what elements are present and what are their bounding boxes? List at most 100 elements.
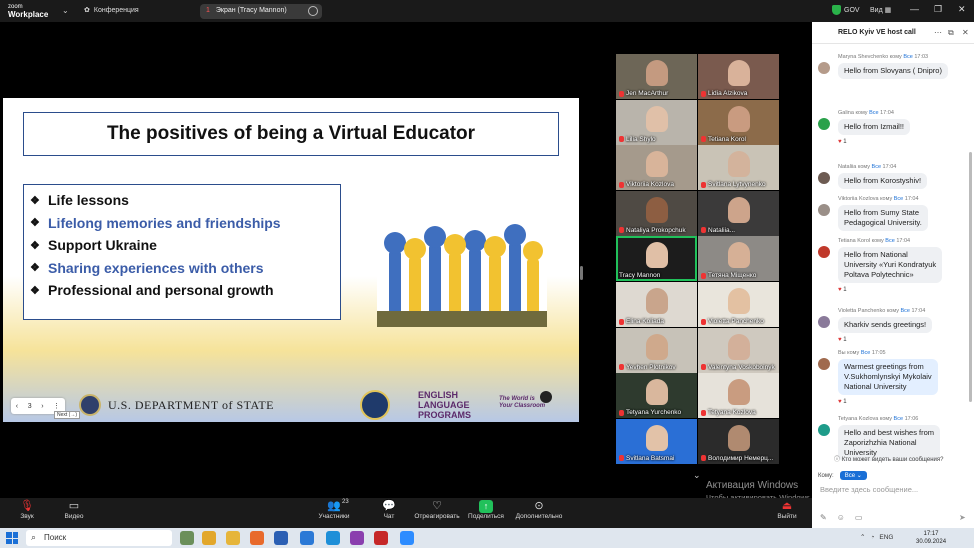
viber-icon[interactable] bbox=[350, 531, 364, 545]
participant-tile[interactable]: Viktoriia Kozlova bbox=[616, 145, 697, 191]
message-reaction[interactable]: ♥ 1 bbox=[838, 287, 847, 293]
view-menu[interactable]: Вид ▦ bbox=[870, 6, 891, 14]
participant-tile[interactable]: Violetta Panchenko bbox=[698, 282, 779, 327]
format-icon[interactable]: ✎ bbox=[820, 513, 827, 522]
participant-tile[interactable]: Tetyana Yurchenko bbox=[616, 373, 697, 419]
search-text: Поиск bbox=[44, 533, 67, 542]
participant-tile[interactable]: Lidia Alzikova bbox=[698, 54, 779, 99]
pop-out-icon[interactable]: ⧉ bbox=[948, 28, 954, 38]
file-icon[interactable]: ▭ bbox=[855, 513, 863, 522]
message-reaction[interactable]: ♥ 1 bbox=[838, 139, 847, 145]
participants-button[interactable]: 👥 23 Участники bbox=[316, 499, 352, 520]
close-window-icon[interactable]: ✕ bbox=[958, 4, 966, 15]
network-icon[interactable]: ◔ bbox=[870, 534, 874, 541]
participant-name-tag: Valentyna Voskoboinyk bbox=[701, 364, 775, 371]
participant-tile[interactable]: Svitlana Batsmai bbox=[616, 418, 697, 464]
leave-icon: ⏏ bbox=[781, 500, 793, 512]
participant-tile[interactable]: Tetiana Korol bbox=[698, 99, 779, 145]
word-icon[interactable] bbox=[274, 531, 288, 545]
audio-button[interactable]: 🎙 Звук bbox=[16, 500, 38, 520]
participant-tile[interactable]: Lilia Shylo bbox=[616, 99, 697, 145]
message-reaction[interactable]: ♥ 1 bbox=[838, 399, 847, 405]
conference-menu[interactable]: ✿ Конференция bbox=[84, 6, 139, 15]
participant-tile[interactable]: Nataliya Prokopchuk bbox=[616, 190, 697, 236]
leave-button[interactable]: ⏏ Выйти bbox=[776, 500, 798, 520]
message-text: Zaporizhzhia National bbox=[844, 438, 917, 447]
screen-share-indicator[interactable]: 1 Экран (Tracy Mannon) bbox=[200, 4, 322, 19]
video-button[interactable]: ▭ Видео bbox=[62, 500, 86, 520]
restore-icon[interactable]: ❐ bbox=[934, 4, 942, 15]
stop-view-icon[interactable] bbox=[308, 6, 318, 16]
word-doc-icon[interactable] bbox=[300, 531, 314, 545]
message-recipient: Все bbox=[893, 416, 904, 422]
message-text: National University bbox=[844, 382, 907, 391]
more-icon[interactable]: ⋮ bbox=[53, 402, 60, 410]
windows-start-icon[interactable] bbox=[6, 532, 18, 544]
close-chat-icon[interactable]: ✕ bbox=[962, 28, 969, 37]
chrome-icon[interactable] bbox=[202, 531, 216, 545]
chat-button[interactable]: 💬 Чат bbox=[380, 500, 398, 520]
participant-video bbox=[728, 242, 750, 269]
participant-name: Tetyana Kozlova bbox=[708, 409, 756, 417]
language-indicator[interactable]: ENG bbox=[879, 534, 893, 541]
message-to-word: кому bbox=[880, 196, 893, 202]
firefox-icon[interactable] bbox=[250, 531, 264, 545]
message-reaction[interactable]: ♥ 1 bbox=[838, 337, 847, 343]
chat-message-list[interactable]: Maryna Shevchenko кому Все 17:03 Hello fr… bbox=[812, 44, 968, 472]
participant-name-tag: Viktoriia Kozlova bbox=[619, 181, 674, 188]
participant-tile[interactable]: Jen MacArthur bbox=[616, 54, 697, 99]
chevron-down-icon[interactable]: ⌄ bbox=[693, 470, 701, 481]
edge-icon[interactable] bbox=[326, 531, 340, 545]
split-drag-handle[interactable] bbox=[580, 266, 583, 280]
participant-video bbox=[728, 288, 750, 314]
security-badge[interactable]: GOV bbox=[832, 5, 860, 15]
file-explorer-icon[interactable] bbox=[226, 531, 240, 545]
share-button[interactable]: ↑ Поделиться bbox=[468, 500, 504, 520]
more-options-icon[interactable]: ⋯ bbox=[934, 28, 942, 37]
react-button[interactable]: ♡ Отреагировать bbox=[414, 500, 460, 520]
up-arrow-icon[interactable]: ⌃ bbox=[860, 533, 865, 541]
taskbar-clock[interactable]: 17:17 30.09.2024 bbox=[916, 530, 946, 546]
share-label: Поделиться bbox=[468, 513, 504, 520]
participant-name-tag: Tetiana Korol bbox=[701, 136, 746, 143]
share-arrow-icon: ↑ bbox=[479, 500, 493, 513]
elp-line2: LANGUAGE bbox=[418, 400, 470, 410]
participant-tile[interactable]: Svitlana Lytvynenko bbox=[698, 145, 779, 191]
participant-name: Jen MacArthur bbox=[626, 90, 669, 97]
who-sees-link[interactable]: ⓘ Кто может видеть ваши сообщения? bbox=[834, 454, 943, 463]
next-slide-icon[interactable]: › bbox=[41, 403, 43, 410]
participant-tile[interactable]: Tracy Mannon bbox=[616, 236, 697, 282]
more-button[interactable]: ⊙ Дополнительно bbox=[514, 500, 564, 520]
participant-tile[interactable]: Valentyna Voskoboinyk bbox=[698, 327, 779, 373]
participant-video bbox=[728, 333, 750, 360]
elp-logo: ENGLISH LANGUAGE PROGRAMS bbox=[418, 390, 493, 420]
more-icon: ⊙ bbox=[534, 500, 544, 512]
message-bubble: Hello from National University «Yuri Kond… bbox=[838, 247, 943, 283]
bullet-item: ❖ Professional and personal growth bbox=[30, 279, 334, 302]
participant-tile[interactable]: Elina Koliada bbox=[616, 282, 697, 327]
camera-icon: ▭ bbox=[68, 500, 80, 512]
chevron-down-icon[interactable]: ⌄ bbox=[62, 6, 69, 15]
recipient-dropdown[interactable]: Все ⌄ bbox=[839, 471, 867, 480]
taskbar-search[interactable]: ⌕ Поиск bbox=[26, 530, 172, 546]
minimize-icon[interactable]: — bbox=[910, 4, 919, 14]
emoji-icon[interactable]: ☺ bbox=[837, 513, 845, 522]
participant-name-tag: Володимир Немерц... bbox=[701, 455, 773, 462]
participant-tile[interactable]: Nataliia... bbox=[698, 190, 779, 236]
participant-tile[interactable]: Тетяна Міщенко bbox=[698, 236, 779, 282]
send-icon[interactable]: ➤ bbox=[959, 513, 966, 522]
acrobat-icon[interactable] bbox=[374, 531, 388, 545]
participant-tile[interactable]: Володимир Немерц... bbox=[698, 418, 779, 464]
weather-icon[interactable] bbox=[180, 531, 194, 545]
meeting-toolbar: 🎙 Звук ▭ Видео 👥 23 Участники 💬 Чат ♡ Отреагир… bbox=[0, 498, 812, 528]
avatar bbox=[818, 358, 830, 370]
participant-tile[interactable]: Tetyana Kozlova bbox=[698, 373, 779, 419]
chat-scrollbar[interactable] bbox=[969, 152, 972, 402]
zoom-taskbar-icon[interactable] bbox=[400, 531, 414, 545]
message-sender: Tetyana Kozlova bbox=[838, 416, 879, 422]
message-recipient: Все bbox=[869, 110, 879, 116]
prev-slide-icon[interactable]: ‹ bbox=[16, 403, 18, 410]
record-icon[interactable] bbox=[540, 391, 552, 403]
participant-tile[interactable]: Yevhen Plotnikov bbox=[616, 327, 697, 373]
recipient-value: Все bbox=[844, 473, 856, 479]
